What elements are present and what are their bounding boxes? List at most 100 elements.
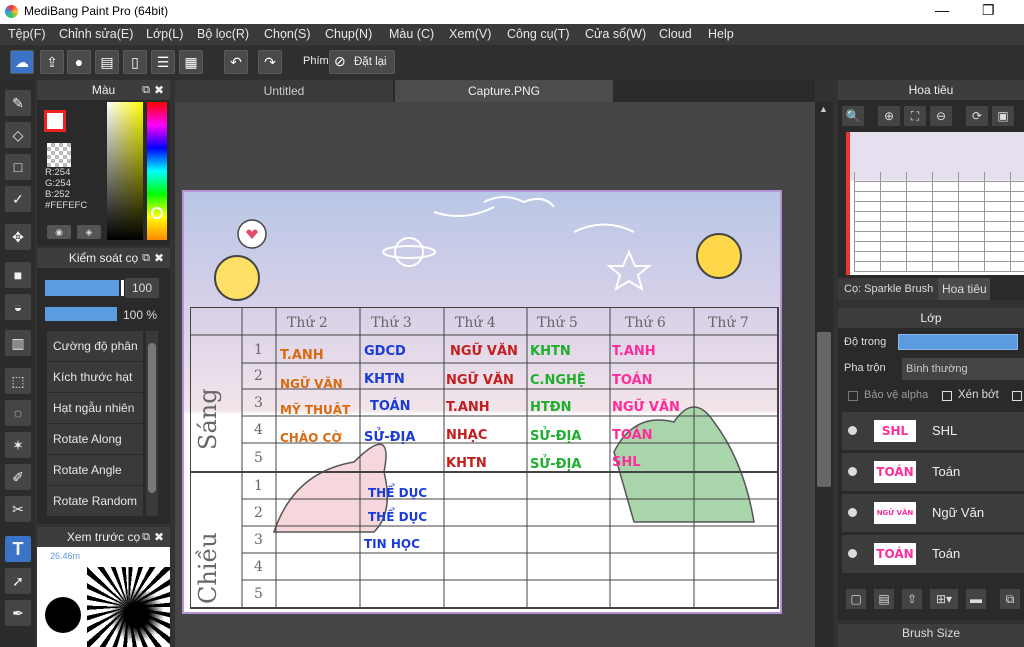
close-icon[interactable]: ✖ <box>154 248 164 268</box>
panel-list-icon[interactable]: ☰ <box>151 50 175 74</box>
saturation-picker[interactable] <box>107 102 143 240</box>
layer-item[interactable]: SHL SHL <box>842 412 1024 450</box>
layer-item[interactable]: TOÁN Toán <box>842 453 1024 491</box>
text-tool-icon[interactable]: T <box>5 536 31 562</box>
dot-tool-icon[interactable]: □ <box>5 154 31 180</box>
size-slider-handle[interactable] <box>121 280 124 296</box>
brush-param-rotate-along[interactable]: Rotate Along <box>47 424 143 454</box>
visibility-icon[interactable] <box>848 467 857 476</box>
opacity-slider[interactable] <box>45 307 117 321</box>
layout-icon[interactable]: ▦ <box>179 50 203 74</box>
zoom-icon[interactable]: 🔍 <box>842 106 864 126</box>
minimize-button[interactable]: — <box>935 2 949 18</box>
undo-button[interactable]: ↶ <box>224 50 248 74</box>
operation-tool-icon[interactable]: ➚ <box>5 568 31 594</box>
blur-tool-icon[interactable]: ✓ <box>5 186 31 212</box>
comment-icon[interactable]: ● <box>67 50 91 74</box>
brush-tab[interactable]: Cọ: Sparkle Brush <box>838 278 938 300</box>
brush-control-scrollbar[interactable] <box>146 331 158 516</box>
canvas-vertical-scrollbar[interactable]: ▲ <box>815 102 833 647</box>
new-halftone-layer-icon[interactable]: ▤ <box>874 589 894 609</box>
reset-button[interactable]: ⊘ Đặt lại <box>329 50 395 74</box>
detach-icon[interactable]: ⧉ <box>142 80 150 100</box>
visibility-icon[interactable] <box>848 508 857 517</box>
bucket-tool-icon[interactable]: ◒ <box>5 294 31 320</box>
menu-select[interactable]: Chọn(S) <box>264 27 311 41</box>
menu-window[interactable]: Cửa sổ(W) <box>585 27 646 41</box>
visibility-icon[interactable] <box>848 426 857 435</box>
menu-help[interactable]: Help <box>708 27 734 41</box>
transparent-swatch[interactable] <box>47 143 71 167</box>
detach-icon[interactable]: ⧉ <box>142 527 150 547</box>
foreground-color-swatch[interactable] <box>44 110 66 132</box>
menu-filter[interactable]: Bộ lọc(R) <box>197 27 249 41</box>
protect-alpha-checkbox[interactable] <box>848 391 858 401</box>
size-slider[interactable] <box>45 280 119 296</box>
move-tool-icon[interactable]: ✥ <box>5 224 31 250</box>
brush-tool-icon[interactable]: ✎ <box>5 90 31 116</box>
scroll-up-icon[interactable]: ▲ <box>819 104 828 114</box>
magic-wand-icon[interactable]: ✶ <box>5 432 31 458</box>
blend-mode-select[interactable]: Bình thường <box>902 358 1024 380</box>
brush-param-particle-size[interactable]: Kích thước hạt <box>47 362 143 392</box>
extra-checkbox[interactable] <box>1012 391 1022 401</box>
navigator-thumbnail[interactable] <box>846 132 1024 275</box>
lasso-tool-icon[interactable]: ◌ <box>5 400 31 426</box>
layer-item[interactable]: NGỮ VĂN Ngữ Văn <box>842 494 1024 532</box>
menu-view[interactable]: Xem(V) <box>449 27 491 41</box>
cloud-sync-icon[interactable]: ☁ <box>10 50 34 74</box>
menu-layer[interactable]: Lớp(L) <box>146 27 183 41</box>
add-layer-menu-icon[interactable]: ⊞▾ <box>930 589 958 609</box>
tab-capture[interactable]: Capture.PNG <box>395 80 613 102</box>
hue-slider[interactable] <box>147 102 167 240</box>
select-rect-icon[interactable]: ⬚ <box>5 368 31 394</box>
select-pen-icon[interactable]: ✐ <box>5 464 31 490</box>
menu-file[interactable]: Tệp(F) <box>8 27 46 41</box>
visibility-icon[interactable] <box>848 549 857 558</box>
share-icon[interactable]: ⇪ <box>40 50 64 74</box>
page-icon[interactable]: ▯ <box>123 50 147 74</box>
zoom-out-icon[interactable]: ⊖ <box>930 106 952 126</box>
eyedropper-icon[interactable]: ✒ <box>5 600 31 626</box>
new-layer-icon[interactable]: ▢ <box>846 589 866 609</box>
brush-param-random-particle[interactable]: Hạt ngẫu nhiên <box>47 393 143 423</box>
menu-edit[interactable]: Chỉnh sửa(E) <box>59 27 133 41</box>
zoom-in-icon[interactable]: ⊕ <box>878 106 900 126</box>
size-input[interactable]: 100 <box>125 278 159 298</box>
gradient-tool-icon[interactable]: ▥ <box>5 330 31 356</box>
layer-item[interactable]: TOÁN Toán <box>842 535 1024 573</box>
menu-color[interactable]: Màu (C) <box>389 27 434 41</box>
menu-cloud[interactable]: Cloud <box>659 27 692 41</box>
brush-param-rotate-random[interactable]: Rotate Random <box>47 486 143 516</box>
tab-untitled[interactable]: Untitled <box>175 80 393 102</box>
duplicate-layer-icon[interactable]: ⧉ <box>1000 589 1020 609</box>
menu-capture[interactable]: Chụp(N) <box>325 27 372 41</box>
menu-tools[interactable]: Công cụ(T) <box>507 27 570 41</box>
scrollbar-thumb[interactable] <box>148 343 156 493</box>
dropper-icon[interactable]: ◈ <box>77 225 101 239</box>
clipping-checkbox[interactable] <box>942 391 952 401</box>
canvas-image[interactable]: Thứ 2 Thứ 3 Thứ 4 Thứ 5 Thứ 6 Thứ 7 Sáng… <box>182 190 782 614</box>
layer-opacity-slider[interactable] <box>898 334 1018 350</box>
eraser-tool-icon[interactable]: ◇ <box>5 122 31 148</box>
close-icon[interactable]: ✖ <box>154 80 164 100</box>
folder-icon[interactable]: ▬ <box>966 589 986 609</box>
scrollbar-thumb[interactable] <box>817 332 831 487</box>
actual-size-icon[interactable]: ▣ <box>992 106 1014 126</box>
rotate-icon[interactable]: ⟳ <box>966 106 988 126</box>
fill-rect-tool-icon[interactable]: ■ <box>5 262 31 288</box>
restore-button[interactable]: ❐ <box>982 2 995 19</box>
brush-param-rotate-angle[interactable]: Rotate Angle <box>47 455 143 485</box>
hue-handle[interactable] <box>151 207 163 219</box>
import-layer-icon[interactable]: ⇧ <box>902 589 922 609</box>
detach-icon[interactable]: ⧉ <box>142 248 150 268</box>
select-eraser-icon[interactable]: ✂ <box>5 496 31 522</box>
redo-button[interactable]: ↷ <box>258 50 282 74</box>
message-icon[interactable]: ▤ <box>95 50 119 74</box>
navigator-tab[interactable]: Hoa tiêu <box>938 278 990 300</box>
fit-icon[interactable]: ⛶ <box>904 106 926 126</box>
palette-icon[interactable]: ◉ <box>47 225 71 239</box>
day-header: Thứ 5 <box>537 315 578 331</box>
brush-param-density[interactable]: Cường độ phân <box>47 331 143 361</box>
close-icon[interactable]: ✖ <box>154 527 164 547</box>
